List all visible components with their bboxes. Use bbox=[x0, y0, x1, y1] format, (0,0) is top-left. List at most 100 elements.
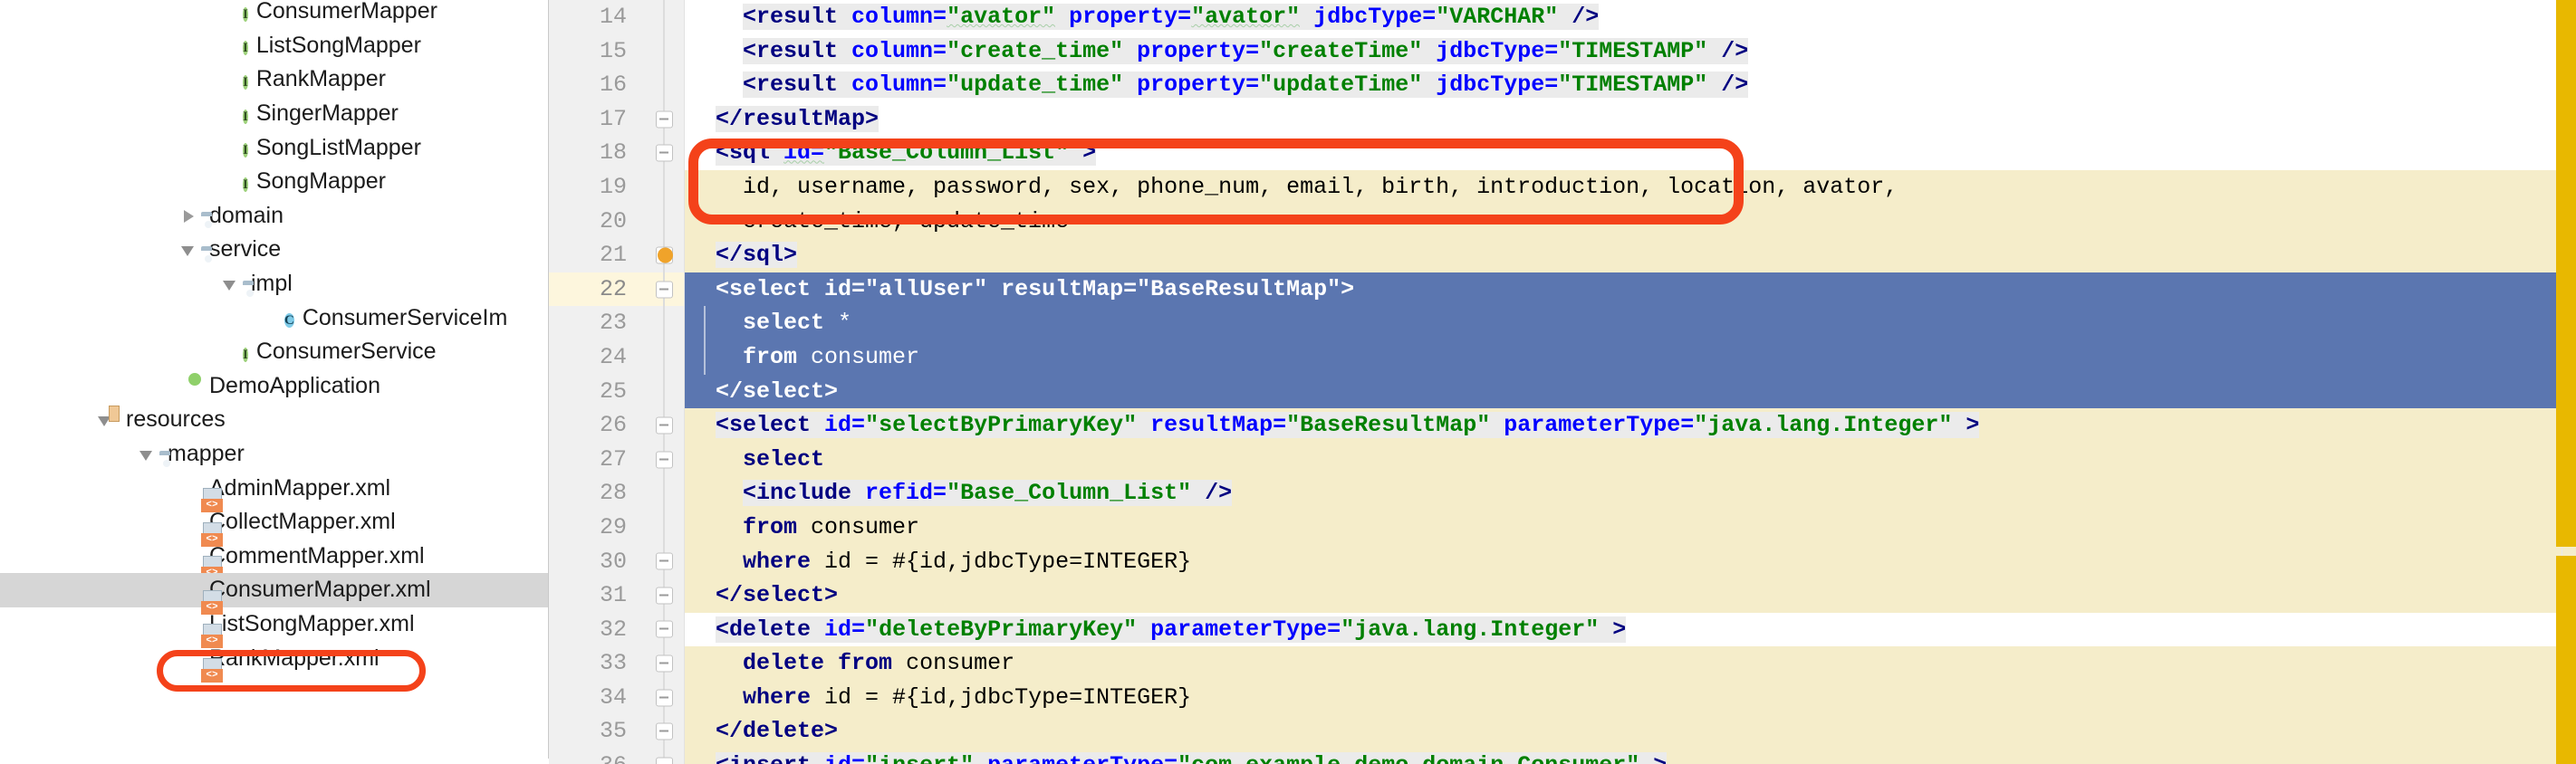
code-line[interactable]: 29 from consumer bbox=[549, 510, 2576, 545]
fold-collapse-icon[interactable] bbox=[656, 722, 673, 740]
editor-gutter[interactable]: 21 bbox=[549, 238, 685, 272]
editor-gutter[interactable]: 23 bbox=[549, 306, 685, 340]
code-line[interactable]: 24 from consumer bbox=[549, 339, 2576, 375]
editor-gutter[interactable]: 17 bbox=[549, 101, 685, 137]
code-line[interactable]: 35 </delete> bbox=[549, 714, 2576, 750]
fold-collapse-icon[interactable] bbox=[656, 689, 673, 707]
tree-item-consumermapper[interactable]: I ConsumerMapper bbox=[0, 0, 548, 29]
code-line[interactable]: 19 id, username, password, sex, phone_nu… bbox=[549, 169, 2576, 205]
code-line-content[interactable]: </delete> bbox=[685, 714, 2576, 750]
tree-item-resources[interactable]: resources bbox=[0, 403, 548, 437]
code-line[interactable]: 21 </sql> bbox=[549, 238, 2576, 272]
tree-item-listsongmapper-xml[interactable]: <> ListSongMapper.xml bbox=[0, 607, 548, 649]
editor-gutter[interactable]: 31 bbox=[549, 578, 685, 613]
code-line-content[interactable]: select bbox=[685, 442, 2576, 477]
tree-item-service[interactable]: service bbox=[0, 233, 548, 267]
editor-gutter[interactable]: 33 bbox=[549, 646, 685, 681]
tree-item-listsongmapper[interactable]: I ListSongMapper bbox=[0, 29, 548, 63]
fold-collapse-icon[interactable] bbox=[656, 110, 673, 129]
code-line[interactable]: 15 <result column="create_time" property… bbox=[549, 33, 2576, 69]
code-line-content[interactable]: create_time, update_time bbox=[685, 204, 2576, 239]
code-line[interactable]: 27 select bbox=[549, 442, 2576, 477]
editor-gutter[interactable]: 26 bbox=[549, 408, 685, 443]
code-line-content[interactable]: from consumer bbox=[685, 339, 2576, 375]
editor-gutter[interactable]: 19 bbox=[549, 169, 685, 205]
tree-item-adminmapper-xml[interactable]: <> AdminMapper.xml bbox=[0, 471, 548, 513]
tree-item-consumerserviceim[interactable]: C ConsumerServiceIm bbox=[0, 301, 548, 335]
editor-gutter[interactable]: 18 bbox=[549, 136, 685, 170]
code-line-content[interactable]: where id = #{id,jdbcType=INTEGER} bbox=[685, 680, 2576, 715]
fold-collapse-icon[interactable] bbox=[656, 654, 673, 673]
code-line-content[interactable]: <include refid="Base_Column_List" /> bbox=[685, 476, 2576, 511]
code-line[interactable]: 17 </resultMap> bbox=[549, 101, 2576, 137]
code-line[interactable]: 14 <result column="avator" property="ava… bbox=[549, 0, 2576, 34]
tree-item-consumerservice[interactable]: I ConsumerService bbox=[0, 335, 548, 369]
code-line-content[interactable]: <sql id="Base_Column_List" > bbox=[685, 136, 2576, 170]
editor-gutter[interactable]: 30 bbox=[549, 544, 685, 579]
fold-collapse-icon[interactable] bbox=[656, 620, 673, 638]
code-editor-panel[interactable]: 14 <result column="avator" property="ava… bbox=[549, 0, 2576, 764]
tree-item-rankmapper-xml[interactable]: <> RankMapper.xml bbox=[0, 641, 548, 683]
editor-gutter[interactable]: 29 bbox=[549, 510, 685, 545]
tree-item-consumermapper-xml[interactable]: <> ConsumerMapper.xml bbox=[0, 573, 548, 615]
code-line-content[interactable]: <result column="avator" property="avator… bbox=[685, 0, 2576, 34]
code-line-content[interactable]: from consumer bbox=[685, 510, 2576, 545]
editor-gutter[interactable]: 32 bbox=[549, 612, 685, 647]
code-line[interactable]: 18 <sql id="Base_Column_List" > bbox=[549, 136, 2576, 170]
tree-item-rankmapper[interactable]: I RankMapper bbox=[0, 62, 548, 97]
fold-collapse-icon[interactable] bbox=[656, 416, 673, 435]
code-line[interactable]: 32 <delete id="deleteByPrimaryKey" param… bbox=[549, 612, 2576, 647]
bookmark-marker-icon[interactable] bbox=[658, 247, 673, 263]
code-line[interactable]: 25 </select> bbox=[549, 374, 2576, 409]
editor-gutter[interactable]: 28 bbox=[549, 476, 685, 511]
code-line[interactable]: 28 <include refid="Base_Column_List" /> bbox=[549, 476, 2576, 511]
code-line[interactable]: 22 <select id="allUser" resultMap="BaseR… bbox=[549, 272, 2576, 307]
tree-item-impl[interactable]: impl bbox=[0, 267, 548, 301]
code-line[interactable]: 33 delete from consumer bbox=[549, 646, 2576, 681]
code-line-content[interactable]: delete from consumer bbox=[685, 646, 2576, 681]
editor-gutter[interactable]: 22 bbox=[549, 272, 685, 307]
fold-collapse-icon[interactable] bbox=[656, 552, 673, 570]
code-line[interactable]: 20 create_time, update_time bbox=[549, 204, 2576, 239]
editor-gutter[interactable]: 20 bbox=[549, 204, 685, 239]
code-line-content[interactable]: </sql> bbox=[685, 238, 2576, 272]
code-line-content[interactable]: <select id="selectByPrimaryKey" resultMa… bbox=[685, 408, 2576, 443]
code-line[interactable]: 23 select * bbox=[549, 306, 2576, 340]
code-line-content[interactable]: <select id="allUser" resultMap="BaseResu… bbox=[685, 272, 2576, 307]
scrollbar-thumb-lower[interactable] bbox=[2556, 556, 2576, 764]
code-line[interactable]: 31 </select> bbox=[549, 578, 2576, 613]
tree-item-domain[interactable]: domain bbox=[0, 199, 548, 234]
code-line[interactable]: 26 <select id="selectByPrimaryKey" resul… bbox=[549, 408, 2576, 443]
editor-gutter[interactable]: 24 bbox=[549, 339, 685, 375]
tree-item-songmapper[interactable]: I SongMapper bbox=[0, 165, 548, 199]
editor-gutter[interactable]: 14 bbox=[549, 0, 685, 34]
code-line-content[interactable]: where id = #{id,jdbcType=INTEGER} bbox=[685, 544, 2576, 579]
chevron-down-icon[interactable] bbox=[219, 272, 243, 296]
fold-collapse-icon[interactable] bbox=[656, 451, 673, 469]
editor-gutter[interactable]: 27 bbox=[549, 442, 685, 477]
code-line-content[interactable]: </select> bbox=[685, 374, 2576, 409]
editor-gutter[interactable]: 36 bbox=[549, 749, 685, 764]
editor-gutter[interactable]: 34 bbox=[549, 680, 685, 715]
editor-gutter[interactable]: 35 bbox=[549, 714, 685, 750]
tree-item-mapper[interactable]: mapper bbox=[0, 437, 548, 472]
chevron-right-icon[interactable] bbox=[178, 204, 201, 227]
code-line[interactable]: 34 where id = #{id,jdbcType=INTEGER} bbox=[549, 680, 2576, 715]
code-line[interactable]: 36 <insert id="insert" parameterType="co… bbox=[549, 749, 2576, 764]
chevron-down-icon[interactable] bbox=[178, 238, 201, 262]
code-line-content[interactable]: id, username, password, sex, phone_num, … bbox=[685, 169, 2576, 205]
chevron-down-icon[interactable] bbox=[136, 443, 159, 466]
tree-item-collectmapper-xml[interactable]: <> CollectMapper.xml bbox=[0, 505, 548, 547]
tree-item-demoapplication[interactable]: DemoApplication bbox=[0, 369, 548, 404]
code-line-content[interactable]: <result column="update_time" property="u… bbox=[685, 68, 2576, 102]
tree-item-commentmapper-xml[interactable]: <>CommentMapper.xml bbox=[0, 540, 548, 581]
code-line-content[interactable]: <delete id="deleteByPrimaryKey" paramete… bbox=[685, 613, 2576, 647]
editor-gutter[interactable]: 15 bbox=[549, 33, 685, 69]
code-line[interactable]: 16 <result column="update_time" property… bbox=[549, 68, 2576, 102]
tree-item-songlistmapper[interactable]: I SongListMapper bbox=[0, 130, 548, 165]
editor-scrollbar[interactable] bbox=[2556, 0, 2576, 764]
code-line-content[interactable]: <result column="create_time" property="c… bbox=[685, 34, 2576, 69]
fold-collapse-icon[interactable] bbox=[656, 587, 673, 605]
scrollbar-thumb-upper[interactable] bbox=[2556, 0, 2576, 547]
code-line-content[interactable]: </resultMap> bbox=[685, 102, 2576, 137]
